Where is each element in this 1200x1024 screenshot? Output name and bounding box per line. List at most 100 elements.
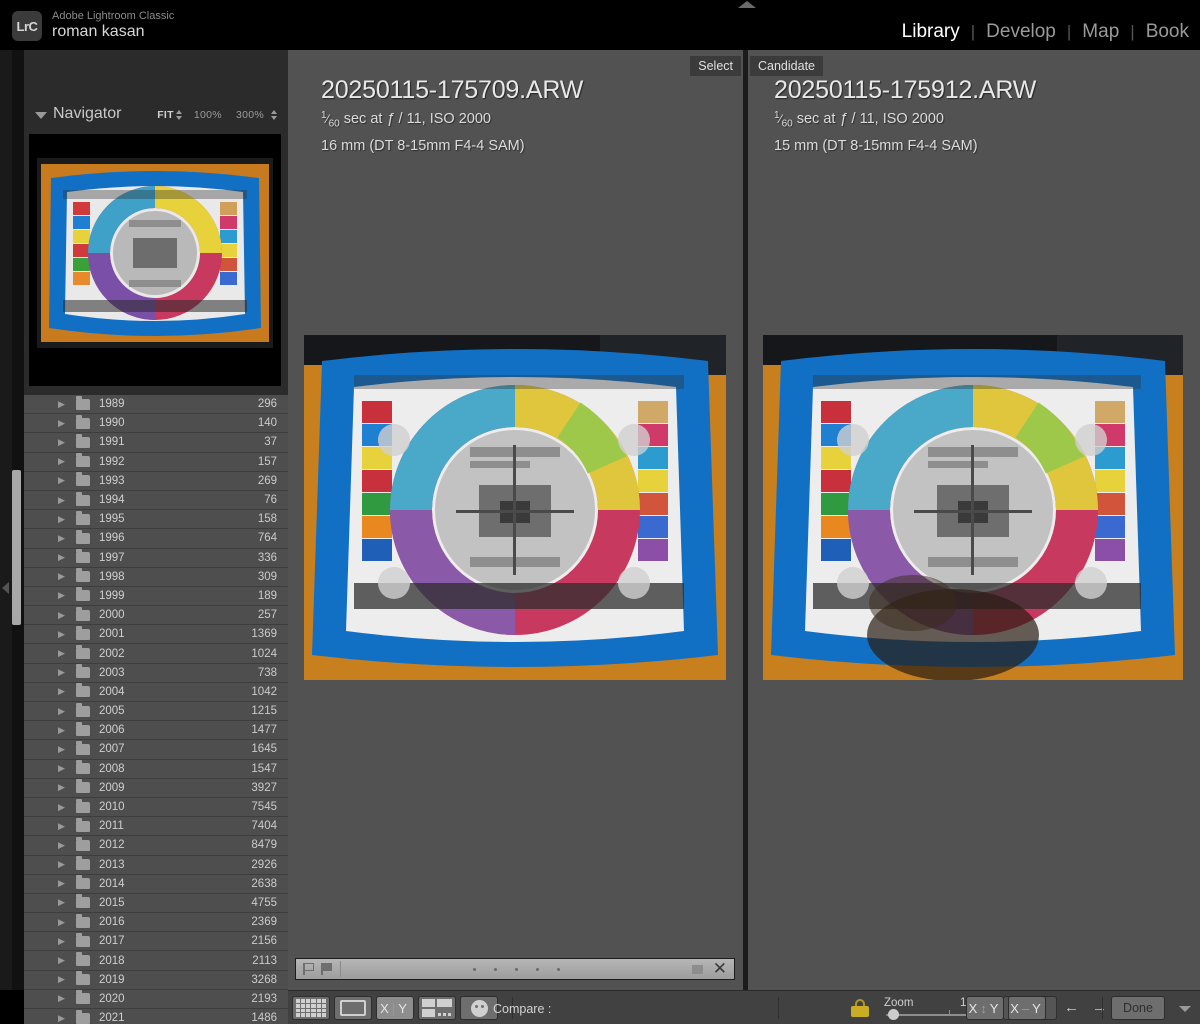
folder-row[interactable]: ▶ 2021 1486: [24, 1009, 288, 1024]
folder-disclosure-icon[interactable]: ▶: [58, 687, 68, 696]
loupe-view-button[interactable]: [334, 996, 372, 1020]
folder-row[interactable]: ▶ 2017 2156: [24, 932, 288, 952]
navigator-header[interactable]: Navigator FIT 100% 300%: [24, 102, 288, 128]
folder-row[interactable]: ▶ 1991 37: [24, 433, 288, 453]
module-picker-collapse-icon[interactable]: [738, 1, 756, 8]
toolbar-chevron-down-icon[interactable]: [1179, 1006, 1191, 1012]
folder-disclosure-icon[interactable]: ▶: [58, 476, 68, 485]
folder-row[interactable]: ▶ 2012 8479: [24, 836, 288, 856]
navigator-preview[interactable]: [29, 134, 281, 386]
folder-disclosure-icon[interactable]: ▶: [58, 495, 68, 505]
folder-row[interactable]: ▶ 1996 764: [24, 529, 288, 549]
folder-row[interactable]: ▶ 2007 1645: [24, 740, 288, 760]
folder-disclosure-icon[interactable]: ▶: [58, 725, 68, 735]
folder-disclosure-icon[interactable]: ▶: [58, 437, 68, 447]
folder-disclosure-icon[interactable]: ▶: [58, 553, 68, 562]
folder-row[interactable]: ▶ 2014 2638: [24, 874, 288, 894]
grid-view-button[interactable]: [292, 996, 330, 1020]
folder-disclosure-icon[interactable]: ▶: [58, 514, 68, 524]
select-close-icon[interactable]: ✕: [713, 960, 727, 977]
folder-disclosure-icon[interactable]: ▶: [58, 879, 68, 888]
folder-row[interactable]: ▶ 1998 309: [24, 567, 288, 587]
candidate-pane[interactable]: Candidate 20250115-175912.ARW 1⁄60 sec a…: [748, 50, 1200, 990]
folder-disclosure-icon[interactable]: ▶: [58, 840, 68, 850]
folder-disclosure-icon[interactable]: ▶: [58, 744, 68, 754]
folder-disclosure-icon[interactable]: ▶: [58, 994, 68, 1003]
folder-row[interactable]: ▶ 2010 7545: [24, 797, 288, 818]
zoom-slider-knob[interactable]: [888, 1009, 899, 1020]
select-photo[interactable]: [304, 335, 726, 680]
folder-row[interactable]: ▶ 2011 7404: [24, 817, 288, 837]
folder-row[interactable]: ▶ 1993 269: [24, 471, 288, 491]
module-library[interactable]: Library: [891, 19, 971, 45]
star-2-icon[interactable]: [493, 967, 497, 971]
done-button[interactable]: Done: [1111, 996, 1165, 1020]
folder-disclosure-icon[interactable]: ▶: [58, 610, 68, 620]
folder-row[interactable]: ▶ 2013 2926: [24, 855, 288, 875]
module-develop[interactable]: Develop: [975, 19, 1067, 45]
folder-disclosure-icon[interactable]: ▶: [58, 975, 68, 984]
swap-button[interactable]: X↕Y: [966, 996, 1004, 1020]
zoom-fit-option[interactable]: FIT: [150, 109, 176, 121]
folder-disclosure-icon[interactable]: ▶: [58, 802, 68, 812]
survey-view-button[interactable]: [418, 996, 456, 1020]
next-photo-icon[interactable]: →: [1092, 1000, 1107, 1015]
folder-row[interactable]: ▶ 2015 4755: [24, 893, 288, 914]
folder-row[interactable]: ▶ 1997 336: [24, 548, 288, 568]
folder-row[interactable]: ▶ 2003 738: [24, 663, 288, 683]
folder-row[interactable]: ▶ 2004 1042: [24, 682, 288, 702]
select-rating-stars[interactable]: [341, 967, 692, 971]
lock-closed-icon[interactable]: [851, 999, 869, 1017]
star-3-icon[interactable]: [514, 967, 518, 971]
folder-disclosure-icon[interactable]: ▶: [58, 629, 68, 639]
folder-row[interactable]: ▶ 1999 189: [24, 586, 288, 607]
folder-disclosure-icon[interactable]: ▶: [58, 783, 68, 792]
folder-disclosure-icon[interactable]: ▶: [58, 572, 68, 581]
folder-row[interactable]: ▶ 2000 257: [24, 606, 288, 626]
folder-disclosure-icon[interactable]: ▶: [58, 1013, 68, 1023]
module-book[interactable]: Book: [1135, 19, 1200, 45]
folder-disclosure-icon[interactable]: ▶: [58, 936, 68, 946]
folder-disclosure-icon[interactable]: ▶: [58, 591, 68, 600]
folder-disclosure-icon[interactable]: ▶: [58, 706, 68, 716]
folder-row[interactable]: ▶ 2008 1547: [24, 759, 288, 779]
folder-row[interactable]: ▶ 1990 140: [24, 414, 288, 434]
star-5-icon[interactable]: [556, 967, 560, 971]
folder-disclosure-icon[interactable]: ▶: [58, 399, 68, 409]
module-map[interactable]: Map: [1071, 19, 1130, 45]
folder-disclosure-icon[interactable]: ▶: [58, 418, 68, 428]
folder-row[interactable]: ▶ 2016 2369: [24, 913, 288, 933]
folder-disclosure-icon[interactable]: ▶: [58, 956, 68, 965]
folder-disclosure-icon[interactable]: ▶: [58, 821, 68, 831]
folder-row[interactable]: ▶ 1989 296: [24, 395, 288, 415]
folder-disclosure-icon[interactable]: ▶: [58, 898, 68, 907]
folder-disclosure-icon[interactable]: ▶: [58, 917, 68, 927]
folder-row[interactable]: ▶ 2006 1477: [24, 721, 288, 741]
folder-row[interactable]: ▶ 2019 3268: [24, 970, 288, 990]
flag-reject-icon[interactable]: [321, 963, 332, 975]
left-panel-collapse-icon[interactable]: [2, 582, 9, 594]
folders-list[interactable]: ▶ 1989 296 ▶ 1990 140 ▶ 1991 37 ▶ 1992 157 ▶ 1993 269 ▶…: [24, 395, 288, 1024]
folder-row[interactable]: ▶ 1992 157: [24, 452, 288, 472]
color-label-icon[interactable]: [691, 964, 703, 974]
zoom-fit-stepper-icon[interactable]: [175, 110, 182, 120]
folder-disclosure-icon[interactable]: ▶: [58, 668, 68, 677]
compare-view-button[interactable]: X|Y: [376, 996, 414, 1020]
left-panel-scrollbar[interactable]: [12, 470, 21, 625]
navigator-disclosure-icon[interactable]: [35, 112, 47, 119]
folder-row[interactable]: ▶ 2005 1215: [24, 702, 288, 722]
candidate-photo[interactable]: [763, 335, 1183, 680]
select-info-bar[interactable]: ✕: [295, 958, 735, 980]
folder-row[interactable]: ▶ 2009 3927: [24, 778, 288, 798]
folder-disclosure-icon[interactable]: ▶: [58, 649, 68, 658]
star-1-icon[interactable]: [472, 967, 476, 971]
folder-disclosure-icon[interactable]: ▶: [58, 533, 68, 543]
select-pane[interactable]: Select 20250115-175709.ARW 1⁄60 sec at ƒ…: [288, 50, 743, 990]
folder-disclosure-icon[interactable]: ▶: [58, 764, 68, 773]
folder-disclosure-icon[interactable]: ▶: [58, 457, 68, 466]
flag-pick-icon[interactable]: [303, 963, 314, 975]
zoom-300-option[interactable]: 300%: [229, 109, 271, 121]
folder-disclosure-icon[interactable]: ▶: [58, 860, 68, 869]
folder-row[interactable]: ▶ 2020 2193: [24, 989, 288, 1009]
zoom-100-option[interactable]: 100%: [187, 109, 229, 121]
